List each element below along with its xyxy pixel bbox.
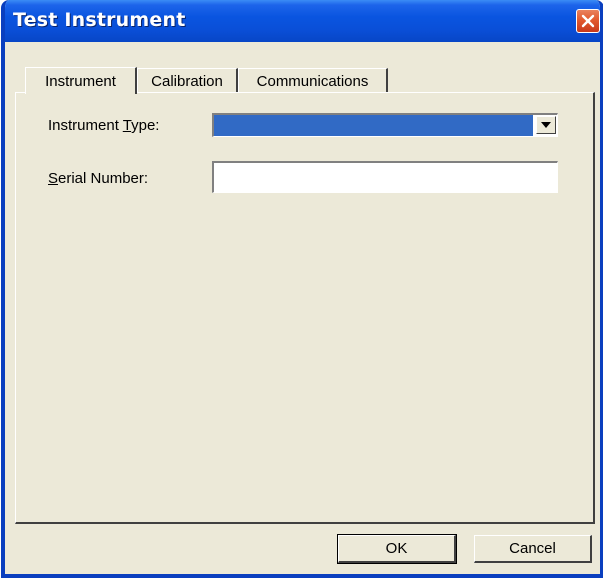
cancel-button-label: Cancel (509, 540, 556, 557)
serial-number-label-rest: erial Number: (58, 170, 149, 187)
ok-button[interactable]: OK (337, 534, 457, 564)
instrument-type-label-text: Instrument (48, 117, 123, 134)
instrument-type-dropdown-button[interactable] (536, 116, 556, 134)
tab-panel-instrument (15, 92, 595, 524)
tab-communications[interactable]: Communications (238, 68, 388, 94)
serial-number-mnemonic: S (48, 170, 59, 187)
instrument-type-mnemonic: T (122, 117, 132, 134)
dialog-window: Test Instrument Instrument Calibration C… (1, 0, 603, 578)
window-title: Test Instrument (13, 9, 186, 31)
tab-communications-label: Communications (256, 73, 369, 90)
instrument-type-value (214, 115, 533, 136)
title-bar[interactable]: Test Instrument (5, 0, 600, 42)
tab-calibration-label: Calibration (151, 73, 223, 90)
cancel-button[interactable]: Cancel (474, 535, 592, 563)
close-icon (581, 14, 595, 28)
tab-instrument-label: Instrument (45, 72, 116, 90)
instrument-type-select[interactable] (212, 113, 558, 137)
tab-calibration[interactable]: Calibration (137, 68, 238, 94)
serial-number-label: Serial Number: (48, 170, 148, 187)
chevron-down-icon (541, 122, 551, 128)
serial-number-input[interactable] (212, 161, 558, 193)
close-button[interactable] (576, 9, 600, 33)
tab-instrument[interactable]: Instrument (25, 67, 137, 94)
ok-button-label: OK (385, 540, 408, 557)
instrument-type-label-rest: ype: (131, 117, 160, 134)
instrument-type-label: Instrument Type: (48, 117, 159, 134)
